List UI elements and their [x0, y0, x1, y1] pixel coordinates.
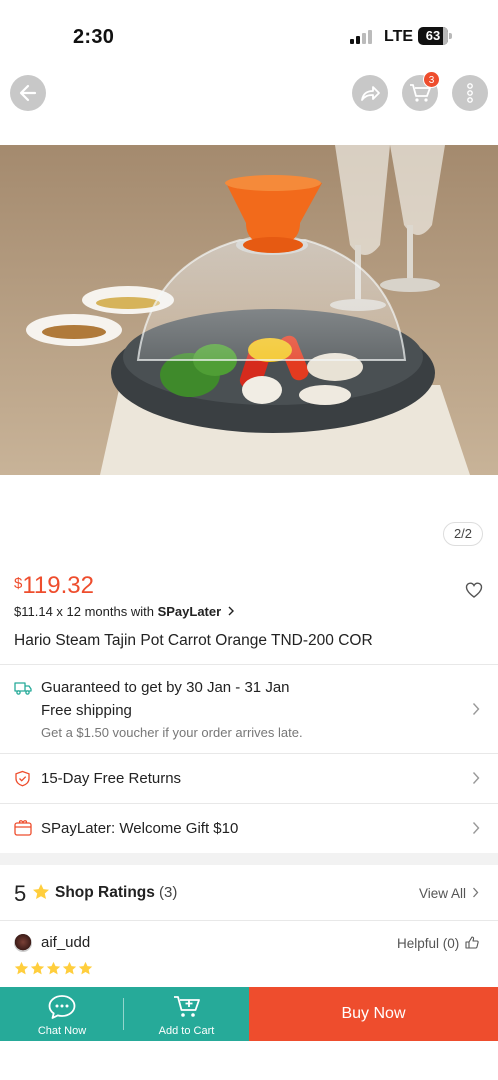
- chevron-right-icon: [472, 772, 480, 784]
- spaylater-label: SPayLater: Welcome Gift $10: [41, 820, 239, 837]
- review-stars: [14, 961, 93, 976]
- divider: [0, 920, 498, 921]
- image-counter: 2/2: [443, 522, 483, 546]
- view-all-link[interactable]: View All: [419, 886, 479, 901]
- reviewer-name: aif_udd: [41, 934, 91, 951]
- late-voucher-note: Get a $1.50 voucher if your order arrive…: [41, 725, 303, 740]
- chat-icon: [48, 995, 76, 1019]
- share-button[interactable]: [352, 75, 388, 111]
- free-shipping: Free shipping: [41, 702, 132, 719]
- chevron-right-icon: [472, 887, 479, 898]
- heart-icon: [465, 582, 483, 598]
- chat-now-label: Chat Now: [37, 1025, 87, 1037]
- delivery-guarantee: Guaranteed to get by 30 Jan - 31 Jan: [41, 679, 290, 696]
- chevron-right-icon: [472, 703, 480, 715]
- battery-icon: 63: [418, 27, 452, 45]
- gift-card-icon: [14, 820, 32, 836]
- helpful-button[interactable]: Helpful (0): [397, 936, 479, 951]
- installment-text: $11.14 x 12 months with: [14, 604, 158, 619]
- helpful-label: Helpful (0): [397, 936, 460, 951]
- product-image[interactable]: [0, 145, 498, 475]
- star-icon: [46, 961, 61, 975]
- chat-now-button[interactable]: Chat Now: [0, 987, 124, 1041]
- installment-link[interactable]: $11.14 x 12 months with SPayLater: [14, 604, 235, 619]
- price-amount: 119.32: [22, 572, 94, 599]
- like-button[interactable]: [465, 582, 483, 603]
- arrow-left-icon: [19, 84, 37, 102]
- star-icon: [14, 961, 29, 975]
- star-icon: [62, 961, 77, 975]
- view-all-label: View All: [419, 886, 467, 901]
- installment-brand: SPayLater: [157, 604, 222, 619]
- signal-icon: [350, 30, 374, 44]
- star-icon: [78, 961, 93, 975]
- back-button[interactable]: [10, 75, 46, 111]
- shop-ratings-title: Shop Ratings: [55, 884, 155, 901]
- divider: [0, 753, 498, 754]
- shop-ratings-count: (3): [159, 884, 178, 901]
- shield-icon: [15, 770, 30, 787]
- share-icon: [361, 86, 380, 101]
- divider: [0, 664, 498, 665]
- add-to-cart-button[interactable]: Add to Cart: [124, 987, 249, 1041]
- status-bar: 2:30 LTE 63: [0, 0, 498, 72]
- cart-count-badge: 3: [423, 71, 440, 88]
- rating-score: 5: [14, 881, 27, 906]
- thumbs-up-icon: [465, 936, 479, 949]
- product-price: $119.32: [14, 572, 94, 600]
- divider: [0, 803, 498, 804]
- buy-now-button[interactable]: Buy Now: [249, 987, 498, 1041]
- truck-icon: [14, 682, 32, 695]
- more-options-button[interactable]: [452, 75, 488, 111]
- returns-label: 15-Day Free Returns: [41, 770, 182, 787]
- star-icon: [30, 961, 45, 975]
- bottom-action-bar: Chat Now Add to Cart Buy Now: [0, 987, 498, 1041]
- chevron-right-icon: [228, 606, 234, 616]
- add-to-cart-icon: [173, 996, 200, 1017]
- cart-button[interactable]: 3: [402, 71, 440, 111]
- star-icon: [33, 884, 49, 899]
- section-divider: [0, 853, 498, 865]
- network-label: LTE: [384, 28, 414, 45]
- chevron-right-icon: [472, 822, 480, 834]
- add-to-cart-label: Add to Cart: [158, 1025, 215, 1037]
- product-title: Hario Steam Tajin Pot Carrot Orange TND-…: [14, 632, 373, 649]
- avatar: [14, 934, 32, 952]
- status-time: 2:30: [73, 26, 115, 48]
- battery-level: 63: [425, 28, 441, 43]
- more-vertical-icon: [467, 83, 473, 103]
